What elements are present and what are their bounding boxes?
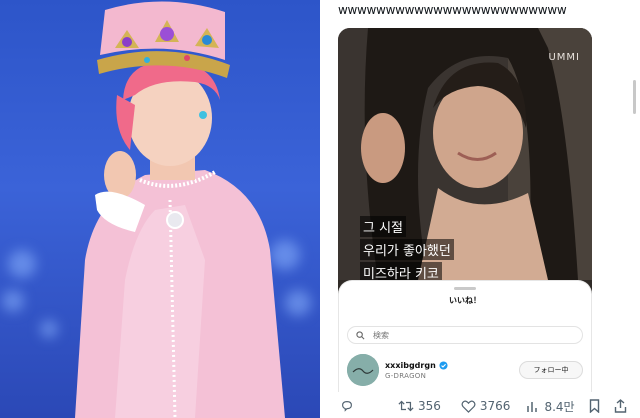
following-button[interactable]: フォロー中 [519, 361, 583, 379]
user-handle[interactable]: xxxibgdrgn [385, 361, 436, 370]
bookmark-action[interactable] [589, 399, 600, 413]
stage-light [8, 250, 36, 278]
stage-light [2, 290, 24, 312]
views-count: 8.4만 [544, 399, 575, 414]
sheet-title: いいね！ [449, 296, 481, 305]
verified-badge-icon [439, 360, 448, 370]
bookmark-icon [589, 399, 599, 413]
share-action[interactable] [614, 399, 627, 413]
like-action[interactable]: 3766 [461, 399, 511, 413]
user-display-name: G-DRAGON [385, 371, 427, 380]
like-count: 3766 [479, 399, 511, 413]
tweet-card: wwwwwwwwwwwwwwwwwwwwwwww UMMI 그 시절 우리가 좋… [320, 0, 640, 418]
liked-user-row[interactable]: xxxibgdrgn G-DRAGON フォロー中 [347, 353, 583, 387]
share-icon [614, 399, 626, 413]
performer-figure [75, 1, 285, 418]
user-handle-row: xxxibgdrgn [385, 361, 448, 370]
caption-line: 그 시절 [360, 216, 407, 237]
avatar[interactable] [347, 354, 379, 386]
reply-icon [342, 401, 352, 412]
scrollbar[interactable] [633, 80, 636, 114]
views-action[interactable]: 8.4만 [526, 398, 575, 415]
retweet-icon [398, 400, 414, 412]
caption-line: 미즈하라 키코 [360, 262, 442, 280]
views-chart-icon [527, 401, 538, 412]
reply-action[interactable] [340, 399, 354, 413]
caption-line: 우리가 좋아했던 [360, 239, 454, 260]
user-info: xxxibgdrgn G-DRAGON [385, 361, 448, 380]
watermark-logo: UMMI [548, 52, 580, 63]
heart-icon [461, 400, 476, 413]
avatar-image [347, 354, 379, 386]
tweet-text: wwwwwwwwwwwwwwwwwwwwwwww [338, 3, 567, 17]
likes-sheet: いいね！ xxxibgdrgn [338, 280, 592, 392]
tweet-image[interactable]: UMMI 그 시절 우리가 좋아했던 미즈하라 키코 [338, 28, 592, 280]
retweet-action[interactable]: 356 [398, 399, 441, 413]
search-icon [356, 330, 365, 339]
sheet-backdrop: いいね！ xxxibgdrgn [338, 280, 592, 392]
sheet-grabber[interactable] [454, 287, 476, 290]
retweet-count: 356 [418, 399, 441, 413]
concert-photo [0, 0, 320, 418]
search-input[interactable] [371, 329, 525, 341]
search-bar[interactable] [347, 326, 583, 344]
tweet-actions: 356 3766 8.4만 [338, 396, 638, 416]
photo-caption: 그 시절 우리가 좋아했던 미즈하라 키코 [360, 216, 454, 280]
